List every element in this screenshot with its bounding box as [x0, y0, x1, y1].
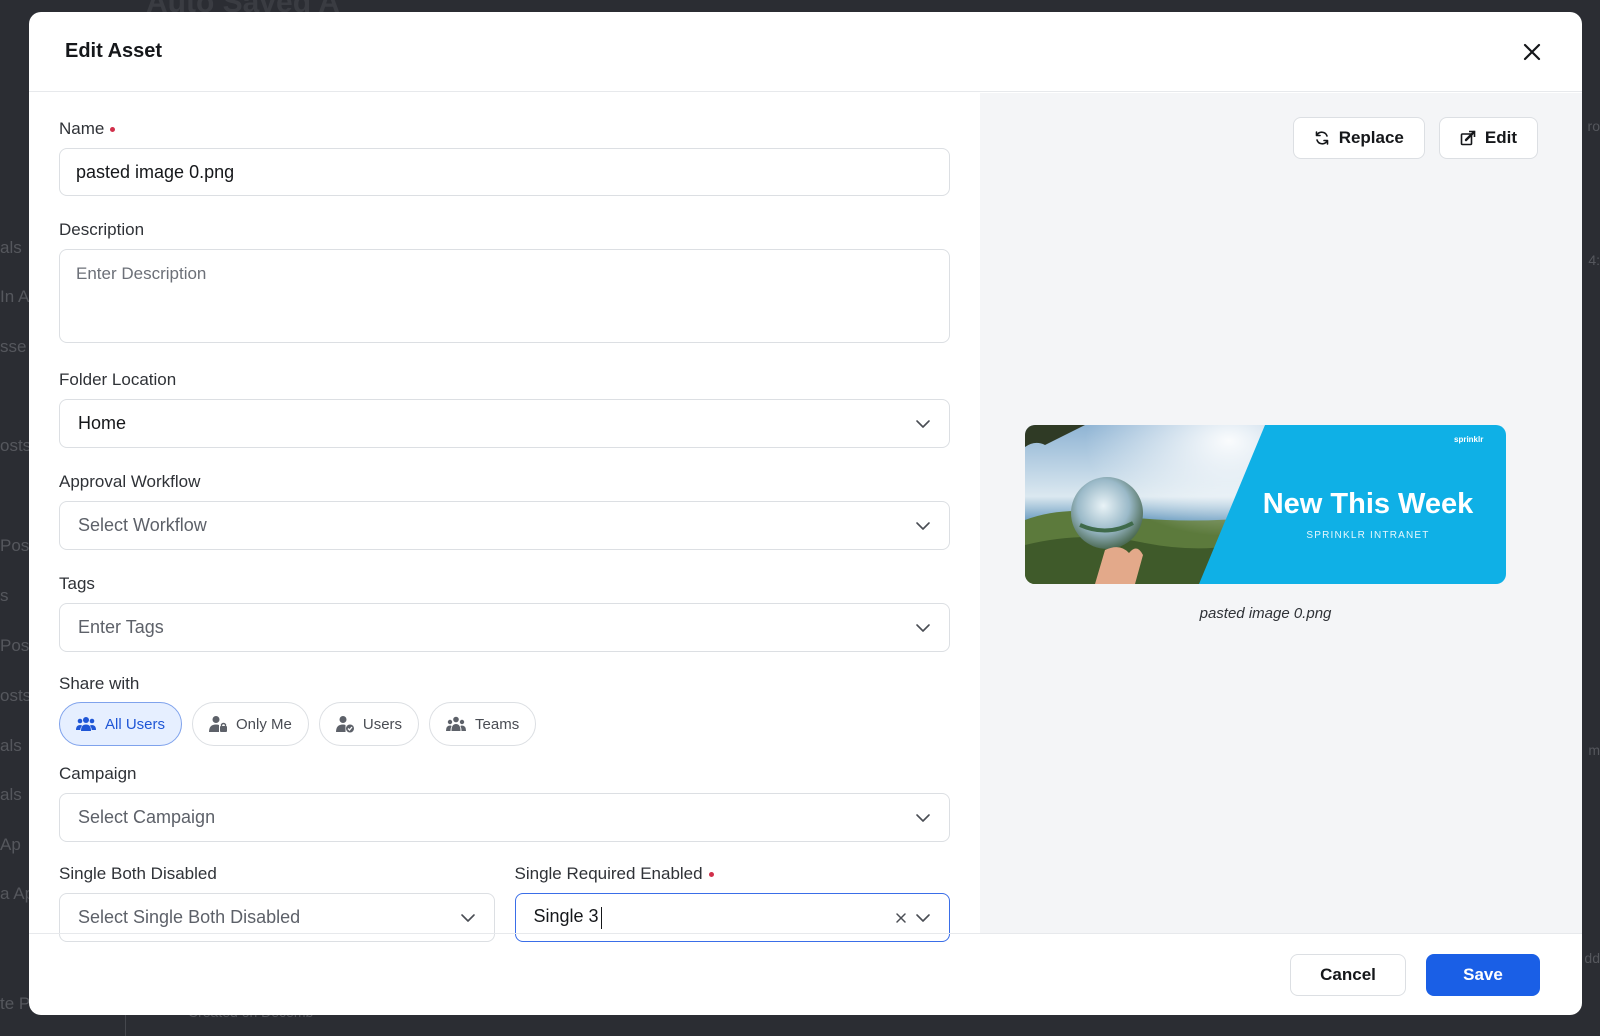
background-fragment: Pos [0, 636, 30, 655]
approval-workflow-field: Approval Workflow Select Workflow [59, 472, 950, 550]
campaign-field: Campaign Select Campaign [59, 764, 950, 842]
chevron-down-icon [916, 813, 930, 822]
folder-location-field: Folder Location Home [59, 370, 950, 448]
background-fragment: dd [1584, 950, 1600, 966]
background-fragment: osts [0, 436, 32, 455]
single-both-disabled-placeholder: Select Single Both Disabled [78, 907, 301, 927]
save-button[interactable]: Save [1426, 953, 1540, 996]
modal-title: Edit Asset [65, 40, 163, 62]
required-indicator [110, 126, 116, 132]
edit-icon [1460, 130, 1476, 146]
share-users-chip[interactable]: Users [318, 702, 420, 746]
background-fragment: Ap [0, 835, 21, 854]
share-with-field: Share with All Users Only Me Users Teams [59, 674, 950, 746]
cancel-button[interactable]: Cancel [1290, 953, 1406, 996]
share-all-users-chip[interactable]: All Users [59, 702, 183, 746]
single-both-disabled-field: Single Both Disabled Select Single Both … [59, 864, 495, 942]
banner-image: sprinklr New This Week SPRINKLR INTRANET [1025, 425, 1506, 584]
folder-location-label: Folder Location [59, 370, 177, 389]
tags-select[interactable]: Enter Tags [59, 603, 950, 652]
chevron-down-icon [916, 521, 930, 530]
modal-footer: Cancel Save [29, 933, 1582, 1015]
asset-form: Name pasted image 0.png Description Fold… [29, 93, 980, 942]
folder-location-value: Home [78, 413, 127, 433]
campaign-label: Campaign [59, 764, 137, 783]
share-with-label: Share with [59, 674, 140, 693]
description-field: Description [59, 220, 950, 348]
modal-header: Edit Asset [29, 12, 1582, 92]
background-fragment: ro [1587, 118, 1600, 134]
replace-button[interactable]: Replace [1292, 117, 1425, 159]
share-option-label: Only Me [236, 715, 292, 733]
chevron-down-icon [916, 913, 930, 922]
asset-preview-image: sprinklr New This Week SPRINKLR INTRANET [1025, 425, 1506, 584]
background-fragment: s [0, 586, 9, 605]
background-fragment: osts [0, 686, 32, 705]
share-only-me-chip[interactable]: Only Me [192, 702, 309, 746]
name-field: Name pasted image 0.png [59, 119, 950, 196]
refresh-icon [1315, 131, 1328, 145]
banner-brand: sprinklr [1454, 435, 1483, 444]
preview-caption: pasted image 0.png [1199, 605, 1332, 622]
user-lock-icon [209, 716, 228, 732]
tags-field: Tags Enter Tags [59, 574, 950, 652]
description-input[interactable] [59, 249, 950, 343]
single-both-disabled-label: Single Both Disabled [59, 864, 217, 883]
edit-label: Edit [1484, 128, 1517, 147]
close-icon [1523, 43, 1541, 60]
single-required-enabled-label: Single Required Enabled [514, 864, 703, 883]
share-option-label: Teams [475, 715, 520, 733]
folder-location-select[interactable]: Home [59, 399, 950, 448]
background-fragment: m [1588, 742, 1600, 758]
background-fragment: Pos [0, 536, 30, 555]
close-button[interactable] [1518, 38, 1546, 66]
background-fragment: 4: [1588, 252, 1600, 268]
single-required-enabled-field: Single Required Enabled Single 3 [514, 864, 950, 942]
campaign-select[interactable]: Select Campaign [59, 793, 950, 842]
chevron-down-icon [460, 913, 475, 922]
background-fragment: als [0, 238, 22, 257]
name-label: Name [59, 119, 105, 138]
asset-preview-panel: Replace Edit sprinklr New This Week SPRI… [980, 93, 1582, 933]
share-option-label: Users [362, 715, 403, 733]
approval-workflow-select[interactable]: Select Workflow [59, 501, 950, 550]
users-group-icon [76, 717, 96, 731]
single-required-enabled-value: Single 3 [533, 906, 599, 927]
background-fragment: als [0, 785, 22, 804]
user-check-icon [335, 716, 354, 733]
background-fragment: In A [0, 287, 30, 306]
tags-placeholder: Enter Tags [78, 617, 164, 637]
name-input[interactable]: pasted image 0.png [59, 148, 950, 196]
tags-label: Tags [59, 574, 95, 593]
required-indicator [708, 871, 714, 877]
chevron-down-icon [916, 623, 930, 632]
edit-asset-modal: Edit Asset Name pasted image 0.png Descr… [29, 12, 1582, 1015]
chevron-down-icon [916, 419, 930, 428]
share-option-label: All Users [105, 715, 166, 733]
banner-headline: New This Week [1263, 488, 1474, 520]
preview-actions: Replace Edit [1292, 117, 1538, 159]
approval-workflow-placeholder: Select Workflow [78, 515, 207, 535]
clear-icon[interactable] [895, 912, 907, 924]
edit-button[interactable]: Edit [1438, 117, 1538, 159]
background-fragment: als [0, 736, 22, 755]
campaign-placeholder: Select Campaign [78, 807, 216, 827]
description-label: Description [59, 220, 145, 239]
text-caret [600, 906, 602, 929]
modal-body: Name pasted image 0.png Description Fold… [29, 93, 1582, 942]
replace-label: Replace [1338, 128, 1404, 147]
approval-workflow-label: Approval Workflow [59, 472, 201, 491]
team-icon [446, 716, 467, 731]
share-teams-chip[interactable]: Teams [429, 702, 537, 746]
background-fragment: sse [0, 337, 27, 356]
banner-subline: SPRINKLR INTRANET [1306, 530, 1429, 541]
share-with-options: All Users Only Me Users Teams [59, 702, 950, 746]
